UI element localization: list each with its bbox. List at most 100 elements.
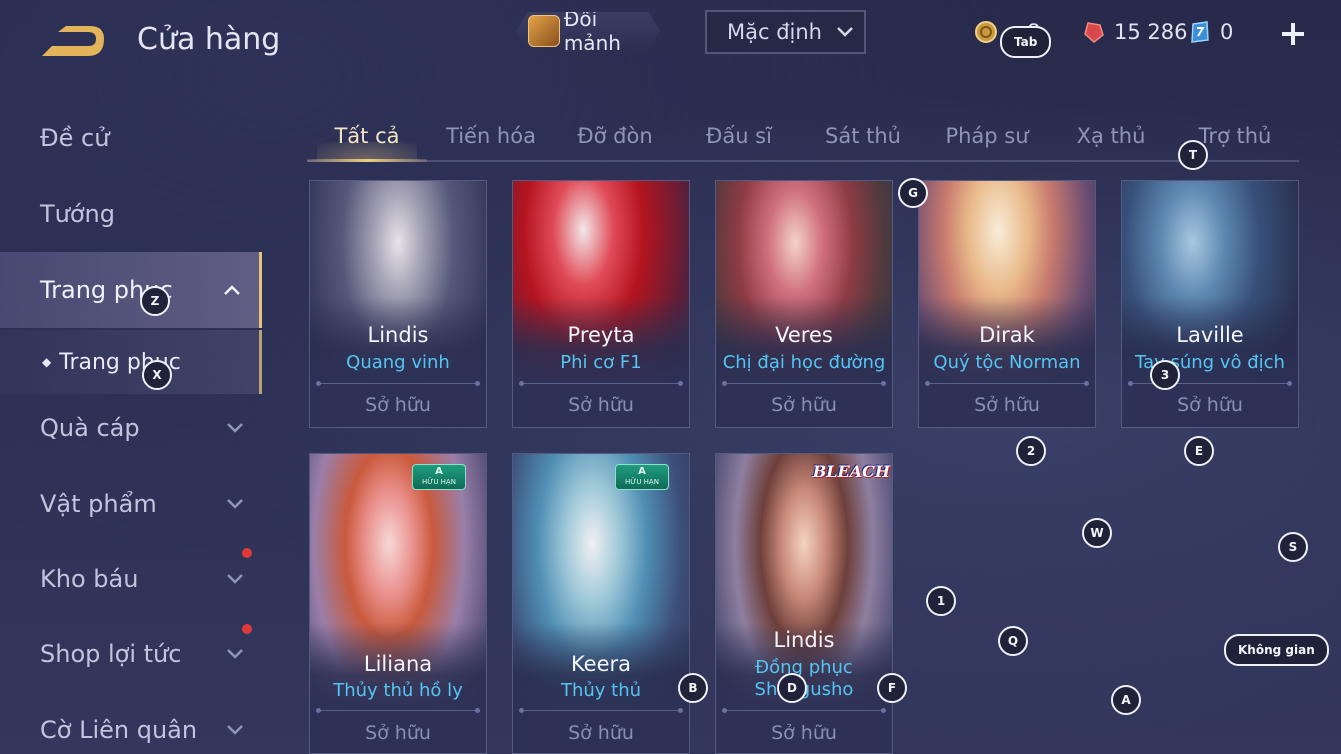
sidebar-item-label: Đề cử [40, 124, 110, 152]
chevron-down-icon [227, 423, 243, 433]
key-hint-3[interactable]: 3 [1150, 360, 1180, 390]
skin-name: Thủy thủ hồ ly [333, 680, 463, 701]
skin-name: Đồng phục [755, 657, 853, 678]
key-hint-q[interactable]: Q [998, 626, 1028, 656]
card-divider [925, 381, 1089, 386]
key-hint-s[interactable]: S [1278, 532, 1308, 562]
skin-card[interactable]: Preyta Phi cơ F1 Sở hữu [512, 180, 690, 428]
ownership-status: Sở hữu [568, 722, 634, 744]
tab-fighter[interactable]: Đấu sĩ [679, 112, 799, 160]
hero-name: Lindis [773, 628, 835, 652]
back-button[interactable] [38, 22, 108, 62]
key-hint-z[interactable]: Z [140, 286, 170, 316]
card-divider [519, 708, 683, 713]
key-hint-b[interactable]: B [678, 673, 708, 703]
limited-badge: A HỮU HẠN [615, 464, 669, 490]
sidebar-item-skins[interactable]: Trang phục [0, 252, 262, 328]
ownership-status: Sở hữu [771, 394, 837, 416]
card-divider [316, 381, 480, 386]
ownership-status: Sở hữu [974, 394, 1040, 416]
key-hint-w[interactable]: W [1082, 518, 1112, 548]
sidebar-item-label: Shop lợi tức [40, 640, 182, 668]
notification-dot [242, 548, 252, 558]
sort-value: Mặc định [727, 20, 822, 44]
tab-marksman[interactable]: Xạ thủ [1051, 112, 1171, 160]
chevron-down-icon [227, 725, 243, 735]
notification-dot [242, 624, 252, 634]
skin-name: Tay súng vô địch [1135, 352, 1285, 373]
badge-letter: A [638, 466, 646, 477]
sidebar-item-profit-shop[interactable]: Shop lợi tức [0, 624, 262, 684]
exchange-shards-button[interactable]: Đổi mảnh [516, 12, 660, 50]
skin-name: Thủy thủ [560, 680, 642, 701]
key-hint-f[interactable]: F [877, 673, 907, 703]
hero-name: Liliana [363, 652, 433, 676]
sort-dropdown[interactable]: Mặc định [705, 10, 866, 54]
skin-name: Quý tộc Norman [933, 352, 1081, 373]
back-arrow-icon [42, 26, 104, 56]
sidebar-item-items[interactable]: Vật phẩm [0, 474, 262, 534]
skin-card[interactable]: A HỮU HẠN Keera Thủy thủ Sở hữu [512, 453, 690, 754]
ownership-status: Sở hữu [365, 394, 431, 416]
sidebar-item-gifts[interactable]: Quà cáp [0, 398, 262, 458]
tab-assassin[interactable]: Sát thủ [803, 112, 923, 160]
sidebar-item-chess[interactable]: Cờ Liên quân [0, 700, 262, 754]
badge-text: HỮU HẠN [422, 478, 456, 486]
skin-card[interactable]: Laville Tay súng vô địch Sở hữu [1121, 180, 1299, 428]
skin-card[interactable]: Dirak Quý tộc Norman Sở hữu [918, 180, 1096, 428]
key-hint-a[interactable]: A [1111, 685, 1141, 715]
skin-name: Phi cơ F1 [560, 352, 642, 373]
chevron-down-icon [227, 649, 243, 659]
currency-rubies: 15 286 [1082, 20, 1187, 44]
key-hint-t[interactable]: T [1178, 140, 1208, 170]
chest-icon [528, 15, 560, 47]
plus-icon [1282, 23, 1304, 45]
tab-mage[interactable]: Pháp sư [927, 112, 1047, 160]
voucher-amount: 0 [1220, 20, 1234, 44]
ownership-status: Sở hữu [568, 394, 634, 416]
hero-name: Lindis [367, 323, 429, 347]
chevron-down-icon [227, 574, 243, 584]
key-hint-2[interactable]: 2 [1016, 436, 1046, 466]
key-hint-g[interactable]: G [898, 178, 928, 208]
ownership-status: Sở hữu [771, 722, 837, 744]
skin-card[interactable]: Veres Chị đại học đường Sở hữu [715, 180, 893, 428]
card-divider [722, 381, 886, 386]
key-hint-e[interactable]: E [1184, 436, 1214, 466]
hero-name: Preyta [567, 323, 635, 347]
ownership-status: Sở hữu [1177, 394, 1243, 416]
ruby-icon [1084, 22, 1104, 43]
hero-name: Veres [775, 323, 833, 347]
skin-card[interactable]: A HỮU HẠN Liliana Thủy thủ hồ ly Sở hữu [309, 453, 487, 754]
hero-name: Laville [1176, 323, 1244, 347]
bullet-icon: ◆ [42, 355, 52, 369]
key-hint-tab[interactable]: Tab [1000, 26, 1052, 58]
tab-tank[interactable]: Đỡ đòn [555, 112, 675, 160]
card-divider [519, 381, 683, 386]
sidebar-subitem-skins[interactable]: ◆ Trang phục [0, 330, 262, 394]
add-currency-button[interactable] [1280, 16, 1306, 52]
ruby-amount: 15 286 [1114, 20, 1188, 44]
skin-card[interactable]: BLEACH Lindis Đồng phục Shinigusho Sở hữ… [715, 453, 893, 754]
tab-all[interactable]: Tất cả [307, 112, 427, 162]
ownership-status: Sở hữu [365, 722, 431, 744]
currency-vouchers: 0 [1188, 20, 1233, 44]
sidebar-item-label: Kho báu [40, 565, 139, 593]
sidebar-item-label: Tướng [40, 200, 115, 228]
category-sidebar: Đề cử Tướng Trang phục ◆ Trang phục Quà … [0, 100, 262, 754]
key-hint-x[interactable]: X [142, 360, 172, 390]
card-divider [722, 708, 886, 713]
hero-name: Keera [570, 652, 632, 676]
key-hint-d[interactable]: D [777, 673, 807, 703]
sidebar-item-recommended[interactable]: Đề cử [0, 108, 262, 168]
chevron-up-icon [224, 285, 240, 295]
voucher-icon [1191, 21, 1209, 43]
skin-card[interactable]: Lindis Quang vinh Sở hữu [309, 180, 487, 428]
gold-coin-icon [975, 21, 997, 43]
tab-evolution[interactable]: Tiến hóa [431, 112, 551, 160]
badge-letter: A [435, 466, 443, 477]
sidebar-item-treasure[interactable]: Kho báu [0, 549, 262, 609]
sidebar-item-heroes[interactable]: Tướng [0, 184, 262, 244]
key-hint-1[interactable]: 1 [926, 586, 956, 616]
key-hint-space[interactable]: Không gian [1224, 634, 1329, 666]
